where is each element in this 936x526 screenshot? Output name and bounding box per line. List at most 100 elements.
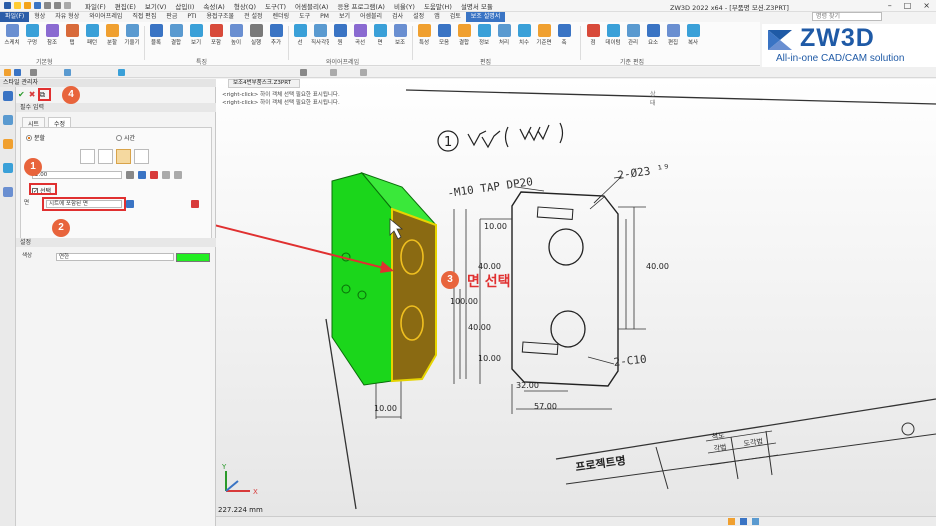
menu-item[interactable]: 도움말(H) [424, 1, 452, 11]
select-icon[interactable] [14, 69, 21, 76]
ribbon-button[interactable]: 곡선 [351, 24, 369, 50]
tab[interactable]: 형상 [29, 12, 50, 22]
tab[interactable]: 설정 [408, 12, 429, 22]
ribbon-button[interactable]: 데이텀 [604, 24, 622, 50]
ribbon-button[interactable]: 보조 [391, 24, 409, 50]
menu-item[interactable]: 형상(Q) [234, 1, 256, 11]
ribbon-button[interactable]: 구멍 [23, 24, 41, 50]
view-mode-label[interactable]: 상태 [650, 89, 656, 107]
ribbon-button[interactable]: 직사각형 [311, 24, 329, 50]
tab[interactable]: 검사 [387, 12, 408, 22]
menu-item[interactable]: 설명서 모듈 [461, 1, 493, 11]
ribbon-button[interactable]: 패턴 [83, 24, 101, 50]
ribbon-button[interactable]: 선 [291, 24, 309, 50]
radio-time[interactable]: 시간 [116, 133, 135, 142]
face-pick-icon[interactable] [126, 200, 134, 208]
ribbon-button[interactable]: 원 [331, 24, 349, 50]
ribbon-button[interactable]: 추가 [267, 24, 285, 50]
ribbon-button[interactable]: 처리 [495, 24, 513, 50]
param-more-icon[interactable] [174, 171, 182, 179]
ribbon-button[interactable]: 기준면 [535, 24, 553, 50]
tab[interactable]: PM [315, 12, 334, 22]
ribbon-button[interactable]: 축 [555, 24, 573, 50]
menu-item[interactable]: 비율(Y) [394, 1, 415, 11]
snap-icon[interactable] [64, 69, 71, 76]
ribbon-button[interactable]: 정보 [475, 24, 493, 50]
menu-item[interactable]: 편집(E) [115, 1, 136, 11]
color-dropdown[interactable]: 연한 [56, 253, 174, 261]
ribbon-button[interactable]: 결합 [167, 24, 185, 50]
view-tab-icon[interactable] [3, 163, 13, 173]
color-swatch[interactable] [176, 253, 210, 262]
tab[interactable]: 직접 편집 [127, 12, 161, 22]
tab[interactable]: 용접구조물 [201, 12, 239, 22]
dropdown-icon[interactable] [64, 2, 71, 9]
redo-icon[interactable] [54, 2, 61, 9]
param-pick-icon[interactable] [138, 171, 146, 179]
view-control-icon[interactable] [300, 69, 307, 76]
tab[interactable]: 앱 [429, 12, 445, 22]
ribbon-button[interactable]: 치수 [515, 24, 533, 50]
ribbon-button[interactable]: 분할 [103, 24, 121, 50]
tab[interactable]: 도구 [294, 12, 315, 22]
param-field[interactable]: 2.00 [32, 171, 122, 179]
status-icon-2[interactable] [740, 518, 747, 525]
document-tab[interactable]: 보조4번부품스크.Z3PRT [228, 79, 300, 88]
menu-item[interactable]: 보기(V) [145, 1, 166, 11]
ribbon-button[interactable]: 특성 [415, 24, 433, 50]
tab[interactable]: 어셈블리 [355, 12, 387, 22]
tab-file[interactable]: 파일(F) [0, 12, 30, 22]
ribbon-button[interactable]: 참조 [43, 24, 61, 50]
ribbon-button[interactable]: 면 [371, 24, 389, 50]
param-option-icon[interactable] [126, 171, 134, 179]
maximize-button[interactable]: □ [904, 1, 912, 10]
filter-icon[interactable] [4, 69, 11, 76]
ribbon-button[interactable]: 탭 [63, 24, 81, 50]
ok-button[interactable]: ✔ [18, 90, 25, 100]
new-file-icon[interactable] [14, 2, 21, 9]
ribbon-button[interactable]: 결합 [455, 24, 473, 50]
ribbon-button[interactable]: 포함 [207, 24, 225, 50]
ribbon-button[interactable]: 스케치 [3, 24, 21, 50]
status-icon-1[interactable] [728, 518, 735, 525]
ribbon-button[interactable]: 복사 [684, 24, 702, 50]
color-icon[interactable] [118, 69, 125, 76]
entity-tab-icon[interactable] [3, 115, 13, 125]
app-icon[interactable] [4, 2, 11, 9]
tab-active[interactable]: 보조 설명서 [465, 12, 506, 22]
ribbon-button[interactable]: 보기 [187, 24, 205, 50]
tab[interactable]: 와이어프레임 [84, 12, 127, 22]
ribbon-button[interactable]: 관리 [624, 24, 642, 50]
open-icon[interactable] [24, 2, 31, 9]
menu-item[interactable]: 어셈블리(A) [295, 1, 328, 11]
menu-item[interactable]: 속성(A) [203, 1, 224, 11]
ribbon-button[interactable]: 편집 [664, 24, 682, 50]
render-mode-icon[interactable] [330, 69, 337, 76]
ribbon-button[interactable]: 블록 [147, 24, 165, 50]
status-icon-3[interactable] [752, 518, 759, 525]
command-search-input[interactable]: 명령 찾기 [812, 12, 882, 21]
layer-icon[interactable] [30, 69, 37, 76]
menu-item[interactable]: 응용 프로그램(A) [337, 1, 384, 11]
menu-item[interactable]: 파일(F) [85, 1, 106, 11]
type-button-3[interactable] [116, 149, 131, 164]
tab[interactable]: 자유 형상 [50, 12, 84, 22]
tab[interactable]: PTI [182, 12, 201, 22]
ribbon-button[interactable]: 모음 [435, 24, 453, 50]
param-expand-icon[interactable] [162, 171, 170, 179]
type-button-2[interactable] [98, 149, 113, 164]
radio-split[interactable]: 분할 [26, 133, 45, 142]
tab[interactable]: 보기 [334, 12, 355, 22]
face-remove-icon[interactable] [191, 200, 199, 208]
ribbon-button[interactable]: 높이 [227, 24, 245, 50]
tab[interactable]: 판금 [161, 12, 182, 22]
type-button-1[interactable] [80, 149, 95, 164]
type-button-4[interactable] [134, 149, 149, 164]
save-icon[interactable] [34, 2, 41, 9]
minimize-button[interactable]: – [888, 1, 892, 10]
menu-item[interactable]: 삽입(I) [175, 1, 194, 11]
shade-icon[interactable] [360, 69, 367, 76]
history-tab-icon[interactable] [3, 91, 13, 101]
param-clear-icon[interactable] [150, 171, 158, 179]
ribbon-button[interactable]: 기울기 [123, 24, 141, 50]
